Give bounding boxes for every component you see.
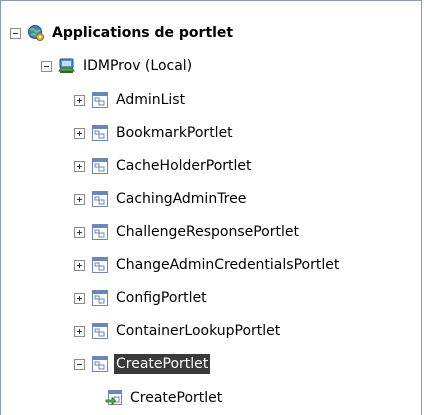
collapse-toggle-icon[interactable] [74,358,85,370]
tree-node-portlet-selected[interactable]: CreatePortlet [74,353,211,375]
tree-node-portlet[interactable]: BookmarkPortlet [74,122,235,144]
expand-toggle-icon[interactable] [74,259,85,271]
portlet-window-icon [92,224,108,240]
portlet-label[interactable]: BookmarkPortlet [114,123,235,143]
portlet-label[interactable]: ContainerLookupPortlet [114,321,282,341]
tree-node-portlet[interactable]: ChallengeResponsePortlet [74,221,301,243]
tree-node-portlet[interactable]: ConfigPortlet [74,287,209,309]
tree-node-server[interactable]: IDMProv (Local) [41,55,194,77]
portlet-label[interactable]: CacheHolderPortlet [114,156,254,176]
portlet-label[interactable]: CachingAdminTree [114,189,248,209]
tree-node-portlet[interactable]: ChangeAdminCredentialsPortlet [74,254,341,276]
tree-node-portlet[interactable]: ContainerLookupPortlet [74,320,282,342]
server-icon [58,58,75,73]
portlet-window-icon [92,191,108,207]
portlet-window-icon [92,356,108,372]
portlet-window-icon [92,257,108,273]
portlet-window-icon [92,290,108,306]
expand-toggle-icon[interactable] [74,325,85,337]
expand-toggle-icon[interactable] [74,127,85,139]
expand-toggle-icon[interactable] [74,94,85,106]
expand-toggle-icon[interactable] [74,292,85,304]
tree-node-portlet-instance[interactable]: CreatePortlet [105,387,224,409]
collapse-toggle-icon[interactable] [41,60,52,72]
portlet-window-icon [92,323,108,339]
expand-toggle-icon[interactable] [74,193,85,205]
portlet-window-icon [92,158,108,174]
portlet-instance-icon [105,390,122,406]
expand-toggle-icon[interactable] [74,226,85,238]
portlet-window-icon [92,125,108,141]
tree-node-portlet[interactable]: CacheHolderPortlet [74,155,254,177]
portlet-instance-label[interactable]: CreatePortlet [128,388,224,408]
portlet-label-selected[interactable]: CreatePortlet [114,354,211,374]
portlet-label[interactable]: AdminList [114,90,187,110]
portlet-tree-panel: Applications de portlet IDMProv (Local) … [0,0,422,415]
portlet-label[interactable]: ChangeAdminCredentialsPortlet [114,255,341,275]
tree-node-portlet[interactable]: CachingAdminTree [74,188,248,210]
portlet-label[interactable]: ConfigPortlet [114,288,209,308]
collapse-toggle-icon[interactable] [10,27,21,39]
root-label[interactable]: Applications de portlet [50,23,235,43]
expand-toggle-icon[interactable] [74,160,85,172]
portlet-label[interactable]: ChallengeResponsePortlet [114,222,301,242]
tree-node-root[interactable]: Applications de portlet [10,22,235,44]
portlet-window-icon [92,92,108,108]
globe-gear-icon [28,25,44,41]
tree-node-portlet[interactable]: AdminList [74,89,187,111]
server-label[interactable]: IDMProv (Local) [81,56,194,76]
